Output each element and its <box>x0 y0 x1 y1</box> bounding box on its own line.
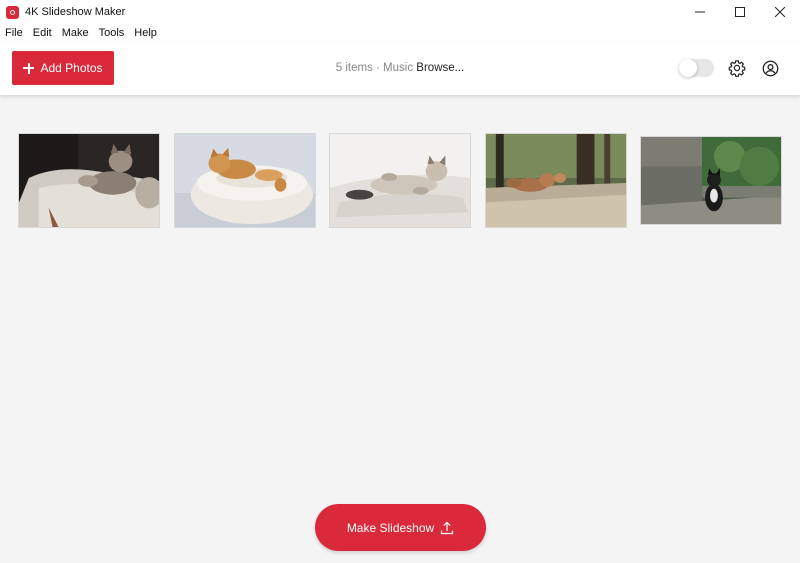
export-upload-icon <box>441 521 454 534</box>
photo-thumbnail-4[interactable] <box>485 133 627 228</box>
maximize-button[interactable] <box>720 0 760 24</box>
close-button[interactable] <box>760 0 800 24</box>
theme-toggle[interactable] <box>679 59 714 77</box>
menu-edit[interactable]: Edit <box>28 27 57 39</box>
maximize-icon <box>735 7 745 17</box>
photo-image-5 <box>641 137 781 224</box>
photo-image-1 <box>19 134 159 227</box>
menu-make[interactable]: Make <box>57 27 94 39</box>
account-icon[interactable] <box>762 60 779 77</box>
title-bar: 4K Slideshow Maker <box>0 0 800 24</box>
make-slideshow-button[interactable]: Make Slideshow <box>315 504 486 551</box>
minimize-icon <box>695 11 705 13</box>
photo-image-3 <box>330 134 470 227</box>
photo-image-2 <box>175 134 315 227</box>
toolbar: Add Photos 5 items · Music Browse... <box>0 42 800 95</box>
close-icon <box>775 7 785 17</box>
photo-thumbnail-3[interactable] <box>329 133 471 228</box>
settings-gear-icon[interactable] <box>728 59 746 77</box>
make-slideshow-label: Make Slideshow <box>346 520 435 535</box>
minimize-button[interactable] <box>680 0 720 24</box>
window-title: 4K Slideshow Maker <box>25 6 126 18</box>
photo-thumbnail-5[interactable] <box>640 136 782 225</box>
menu-help[interactable]: Help <box>129 27 162 39</box>
items-music-status: 5 items · Music <box>335 62 414 74</box>
menu-bar: File Edit Make Tools Help <box>0 24 800 42</box>
menu-tools[interactable]: Tools <box>94 27 130 39</box>
window-controls <box>680 0 800 24</box>
toggle-knob <box>679 59 697 77</box>
photo-image-4 <box>486 134 626 227</box>
menu-file[interactable]: File <box>0 27 28 39</box>
app-logo-icon <box>6 5 19 19</box>
browse-music-link[interactable]: Browse... <box>416 62 464 74</box>
photo-thumbnail-2[interactable] <box>174 133 316 228</box>
photo-thumbnail-1[interactable] <box>18 133 160 228</box>
